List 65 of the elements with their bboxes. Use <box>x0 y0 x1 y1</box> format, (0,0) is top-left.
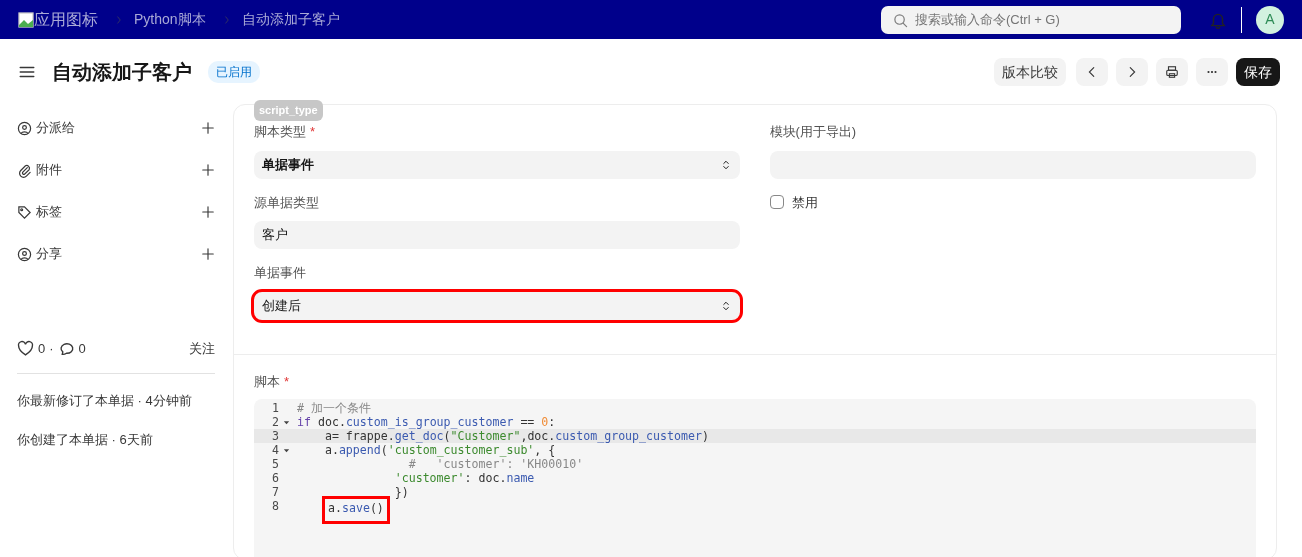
field-label: 单据事件 <box>254 264 307 282</box>
collapse-icon[interactable] <box>282 446 290 454</box>
breadcrumb-link[interactable]: Python脚本 <box>134 9 206 30</box>
field-label: 脚本 <box>254 373 280 389</box>
separator-dot: · <box>49 340 54 358</box>
line-number: 1 <box>271 401 280 415</box>
field-label: 模块(用于导出) <box>769 123 858 141</box>
line-number: 8 <box>271 499 280 513</box>
breadcrumb-link[interactable]: 自动添加子客户 <box>241 9 340 30</box>
page-title: 自动添加子客户 <box>52 60 192 85</box>
line-number: 6 <box>271 471 280 485</box>
select-field[interactable]: 单据事件 <box>254 150 740 179</box>
checkbox[interactable] <box>769 195 784 210</box>
paperclip-icon <box>17 162 32 178</box>
chevron-icon <box>114 14 124 25</box>
logo-alt-text[interactable]: 应用图标 <box>34 7 98 32</box>
code-line: a.save() <box>325 499 387 521</box>
sidebar-action-link[interactable]: 分派给 <box>36 118 75 138</box>
printer-icon <box>1165 65 1179 79</box>
line-number: 4 <box>271 443 280 457</box>
search-icon <box>893 12 908 28</box>
field-label: 脚本类型 <box>254 124 306 139</box>
code-line: a= frappe.get_doc("Customer",doc.custom_group_customer) <box>323 429 709 443</box>
activity-text: 你创建了本单据 · 6天前 <box>17 430 154 449</box>
field-label: 源单据类型 <box>254 193 320 212</box>
sidebar-action-link[interactable]: 分享 <box>36 244 62 264</box>
broken-image-icon <box>18 11 34 28</box>
code-line: # 加一个条件 <box>297 401 371 415</box>
sidebar-action-link[interactable]: 标签 <box>36 202 62 222</box>
code-line: # 'customer': 'KH00010' <box>407 457 584 471</box>
heart-icon[interactable] <box>17 340 34 358</box>
follow-link[interactable]: 关注 <box>189 339 215 359</box>
plus-icon[interactable] <box>201 205 215 219</box>
comment-count: 0 <box>78 340 86 358</box>
required-mark: * <box>284 373 290 389</box>
line-number: 3 <box>271 429 280 443</box>
save-button[interactable]: 保存 <box>1236 58 1280 86</box>
compare-versions-button[interactable]: 版本比较 <box>994 58 1066 86</box>
plus-icon[interactable] <box>201 247 215 261</box>
code-line: 'customer': doc.name <box>393 471 535 485</box>
code-line: a.append('custom_customer_sub', { <box>323 443 556 457</box>
comment-icon[interactable] <box>57 340 75 358</box>
like-count: 0 <box>38 340 46 358</box>
plus-icon[interactable] <box>201 121 215 135</box>
tag-icon <box>17 204 32 220</box>
code-line: if doc.custom_is_group_customer == 0: <box>297 415 556 429</box>
input-field[interactable]: 客户 <box>254 221 740 249</box>
sidebar-action-link[interactable]: 附件 <box>36 160 62 180</box>
required-mark: * <box>310 124 316 139</box>
checkbox-label: 禁用 <box>791 193 818 212</box>
user-avatar[interactable]: A <box>1256 5 1284 34</box>
code-line: }) <box>393 485 409 499</box>
field-tooltip: script_type <box>254 100 323 121</box>
print-button[interactable] <box>1156 58 1188 86</box>
select-field[interactable]: 创建后 <box>254 291 740 320</box>
user-icon <box>17 246 32 262</box>
user-icon <box>17 120 32 136</box>
plus-icon[interactable] <box>201 163 215 177</box>
activity-text: 你最新修订了本单据 · 4分钟前 <box>17 391 193 410</box>
line-number: 7 <box>271 485 280 499</box>
line-number: 5 <box>271 457 280 471</box>
line-number: 2 <box>271 415 280 429</box>
search-field[interactable]: 搜索或输入命令(Ctrl + G) <box>881 5 1181 34</box>
status-badge: 已启用 <box>208 61 260 83</box>
collapse-icon[interactable] <box>282 418 290 426</box>
